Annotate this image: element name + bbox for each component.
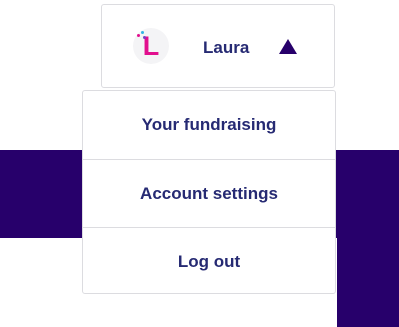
user-dropdown-menu: Your fundraising Account settings Log ou… [82, 90, 336, 294]
user-menu-button[interactable]: L Laura [101, 4, 335, 88]
avatar: L [133, 28, 169, 64]
menu-item-account-settings[interactable]: Account settings [83, 159, 335, 227]
menu-item-log-out[interactable]: Log out [83, 227, 335, 295]
sparkle-dot [137, 34, 140, 37]
sparkle-dot [143, 36, 146, 39]
caret-up-icon [279, 39, 297, 54]
user-name: Laura [203, 38, 250, 57]
sparkle-dot [141, 31, 144, 34]
menu-item-your-fundraising[interactable]: Your fundraising [83, 91, 335, 159]
